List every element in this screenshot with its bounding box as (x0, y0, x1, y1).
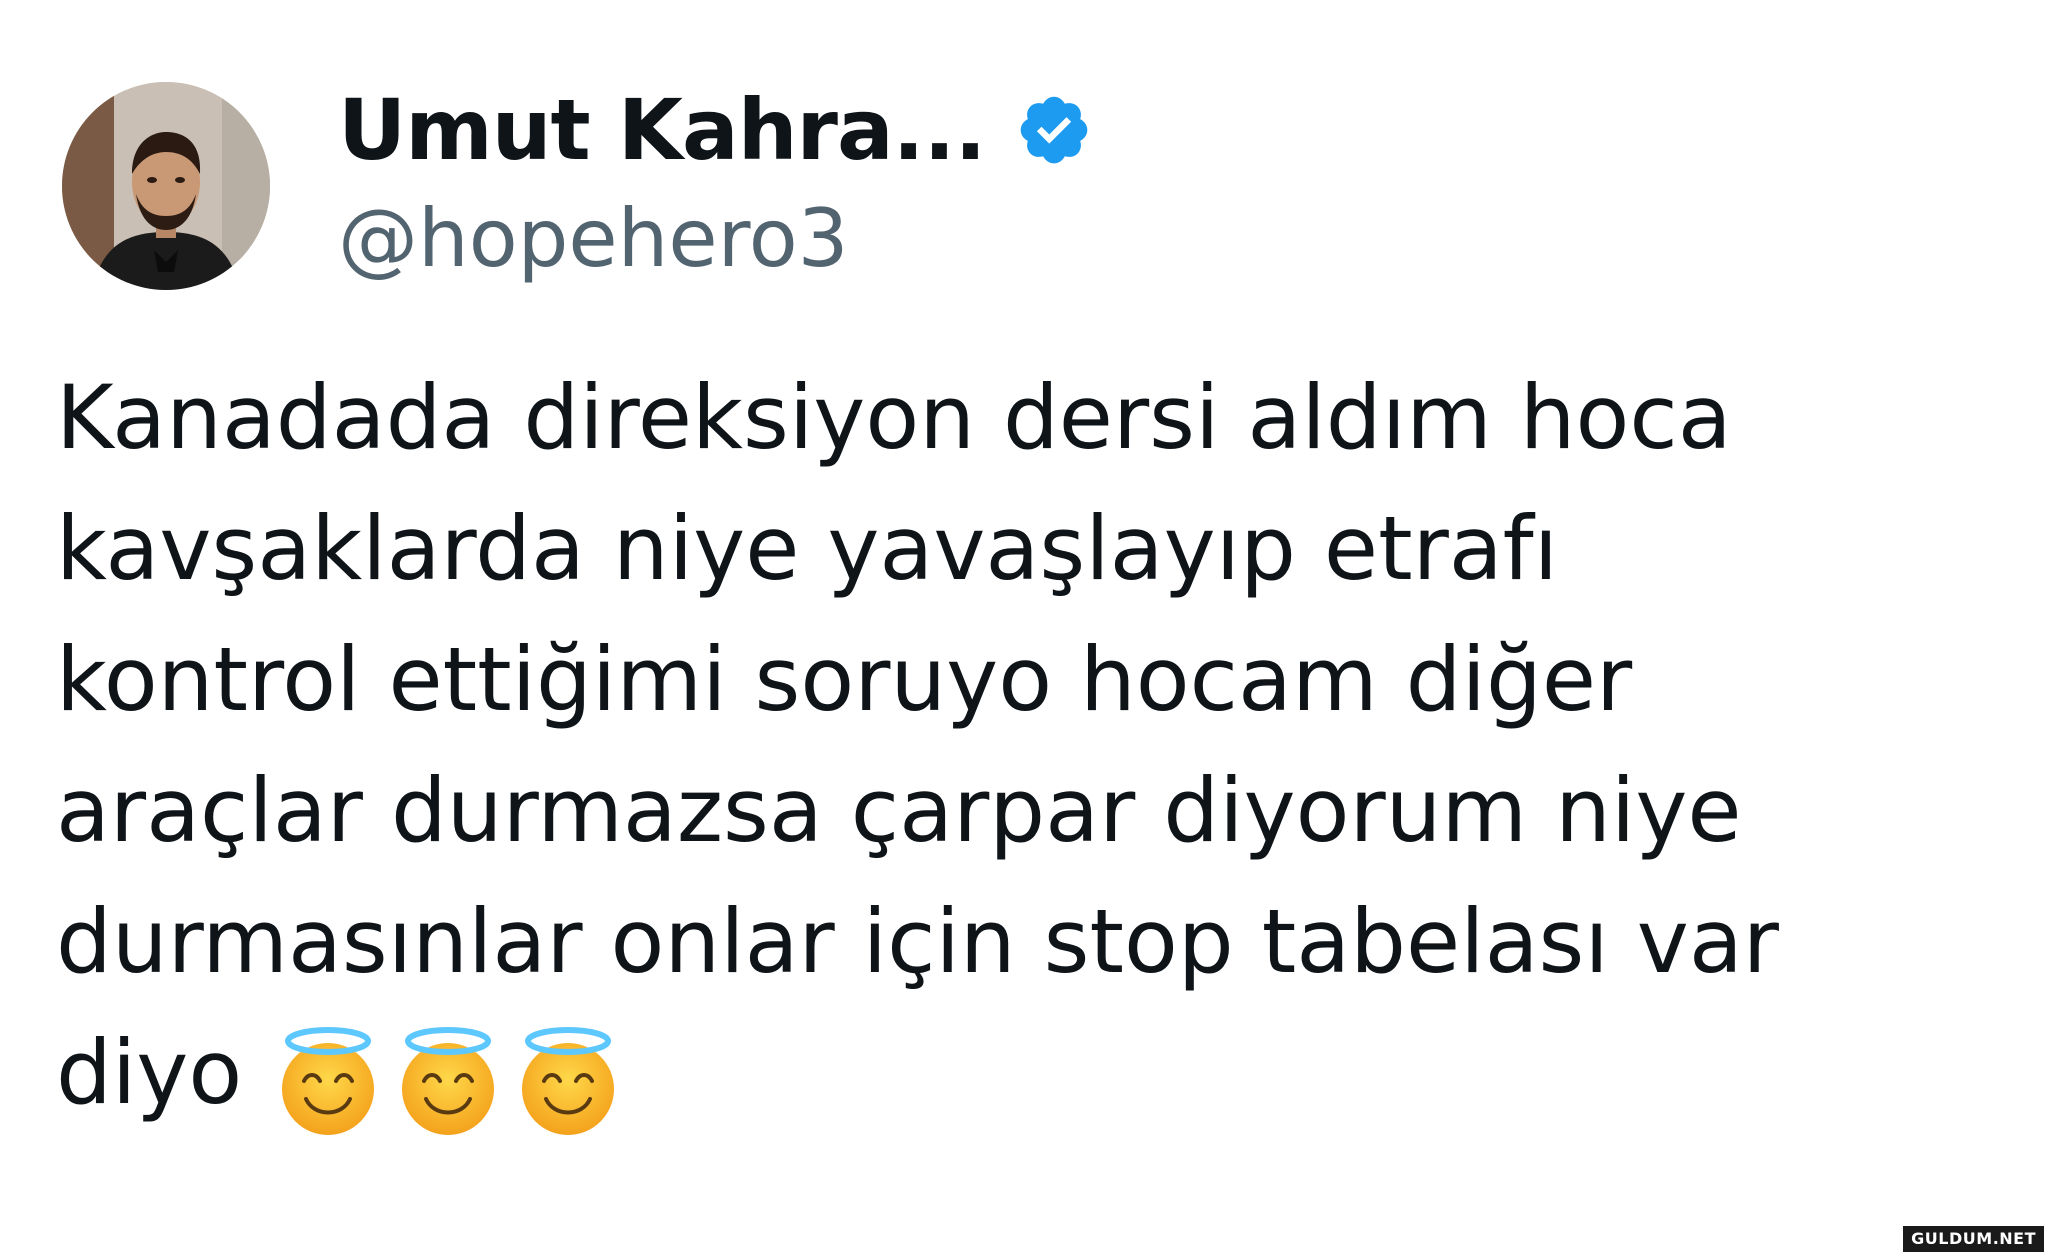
verified-badge-icon (1015, 91, 1093, 169)
author-display-name[interactable]: Umut Kahra... (338, 81, 986, 179)
smiling-face-with-halo-icon (390, 1023, 506, 1139)
site-watermark: GULDUM.NET (1903, 1226, 2044, 1252)
tweet-line-text: diyo (56, 1021, 243, 1124)
tweet-line: durmasınlar onlar için stop tabelası var (56, 890, 1779, 993)
tweet-last-line: diyo (56, 1007, 2016, 1139)
tweet-line: kontrol ettiğimi soruyo hocam diğer (56, 628, 1633, 731)
smiling-face-with-halo-icon (270, 1023, 386, 1139)
author-handle[interactable]: @hopehero3 (338, 192, 849, 285)
tweet-line: araçlar durmazsa çarpar diyorum niye (56, 759, 1742, 862)
author-name-row: Umut Kahra... (338, 78, 1093, 182)
author-avatar[interactable] (62, 82, 270, 290)
profile-photo-icon (62, 82, 270, 290)
tweet-text: Kanadada direksiyon dersi aldım hoca kav… (56, 352, 2016, 1139)
smiling-face-with-halo-icon (510, 1023, 626, 1139)
tweet-line: kavşaklarda niye yavaşlayıp etrafı (56, 497, 1559, 600)
tweet-card: Umut Kahra... @hopehero3 Kanadada direks… (0, 0, 2048, 1256)
tweet-line: Kanadada direksiyon dersi aldım hoca (56, 366, 1732, 469)
